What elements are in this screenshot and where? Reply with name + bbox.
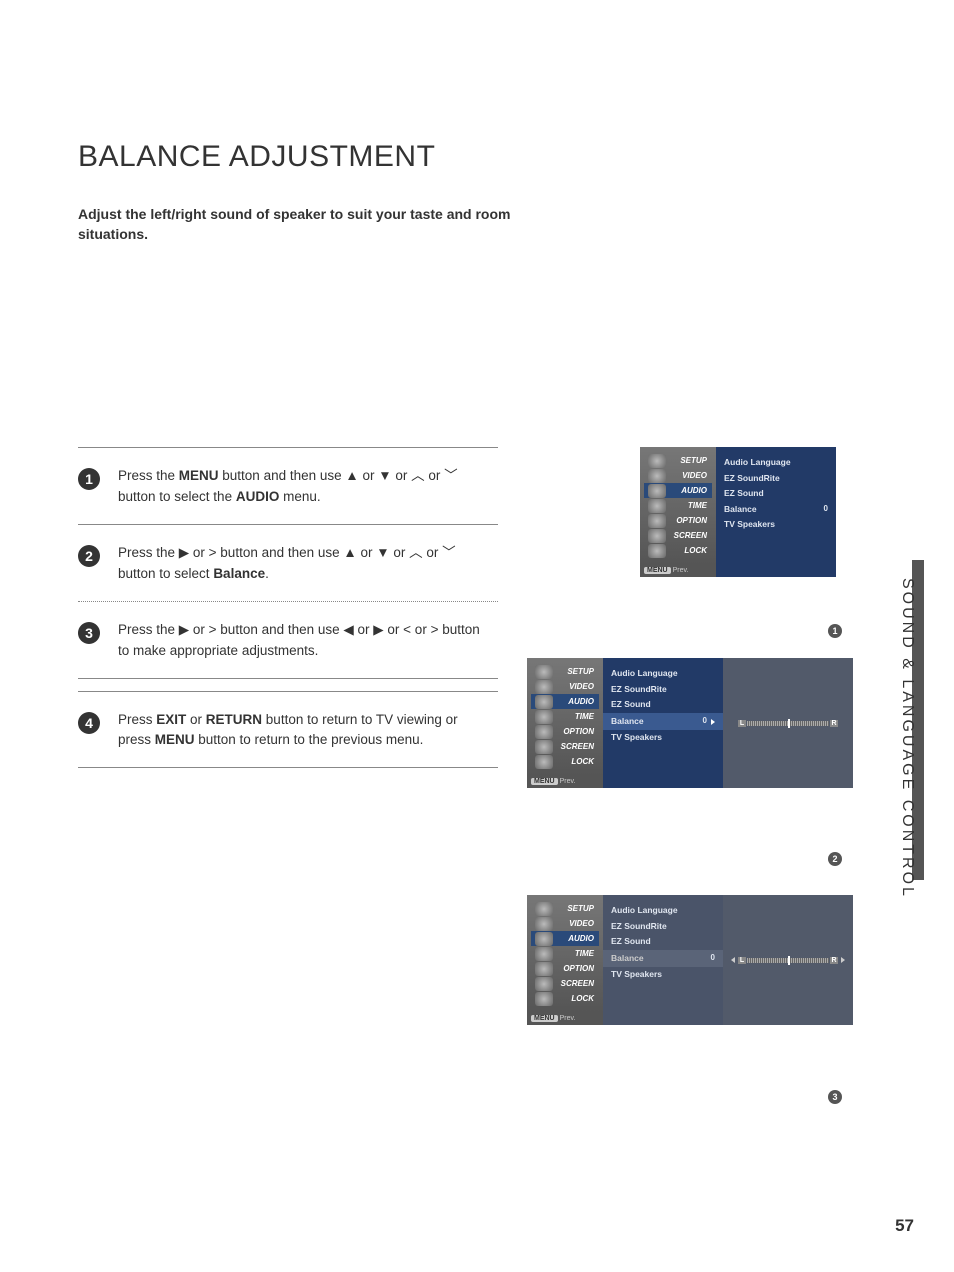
chevron-right-icon: [711, 719, 715, 725]
menu-audio: AUDIO: [531, 931, 599, 946]
osd-prev-bar: MENU Prev.: [640, 564, 716, 577]
menu-time: TIME: [644, 498, 712, 513]
osd-menu-column: SETUP VIDEO AUDIO TIME OPTION SCREEN LOC…: [527, 895, 603, 1012]
step-2: 2 Press the ▶ or > button and then use ▲…: [78, 525, 498, 602]
menu-audio: AUDIO: [531, 694, 599, 709]
step-3: 3 Press the ▶ or > button and then use ◀…: [78, 602, 498, 679]
step-1: 1 Press the MENU button and then use ▲ o…: [78, 447, 498, 525]
caption-badge-1: 1: [828, 624, 842, 638]
page-number: 57: [895, 1216, 914, 1236]
panel-balance: Balance0: [603, 950, 723, 968]
step-text: Press the MENU button and then use ▲ or …: [118, 466, 488, 508]
panel-tv-speakers: TV Speakers: [611, 967, 715, 983]
step-text: Press EXIT or RETURN button to return to…: [118, 710, 488, 752]
panel-audio-language: Audio Language: [724, 455, 828, 471]
menu-video: VIDEO: [531, 679, 599, 694]
panel-balance: Balance0: [724, 502, 828, 518]
panel-balance: Balance0: [603, 713, 723, 731]
osd-screenshot-2: SETUP VIDEO AUDIO TIME OPTION SCREEN LOC…: [527, 658, 853, 788]
step-badge: 2: [78, 545, 100, 567]
menu-screen: SCREEN: [531, 739, 599, 754]
step-text: Press the ▶ or > button and then use ◀ o…: [118, 620, 488, 662]
panel-audio-language: Audio Language: [611, 903, 715, 919]
menu-time: TIME: [531, 709, 599, 724]
osd-detail: L R: [723, 658, 853, 788]
osd-panel: Audio Language EZ SoundRite EZ Sound Bal…: [603, 895, 723, 1025]
panel-ez-soundrite: EZ SoundRite: [611, 919, 715, 935]
panel-ez-soundrite: EZ SoundRite: [611, 682, 715, 698]
panel-ez-sound: EZ Sound: [611, 697, 715, 713]
step-badge: 3: [78, 622, 100, 644]
menu-video: VIDEO: [644, 468, 712, 483]
caption-badge-3: 3: [828, 1090, 842, 1104]
step-text: Press the ▶ or > button and then use ▲ o…: [118, 543, 488, 585]
osd-panel: Audio Language EZ SoundRite EZ Sound Bal…: [716, 447, 836, 577]
step-4: 4 Press EXIT or RETURN button to return …: [78, 691, 498, 769]
intro-text: Adjust the left/right sound of speaker t…: [78, 204, 518, 245]
osd-screenshot-1: SETUP VIDEO AUDIO TIME OPTION SCREEN LOC…: [640, 447, 836, 577]
panel-tv-speakers: TV Speakers: [611, 730, 715, 746]
chevron-right-icon: [841, 957, 845, 963]
balance-slider: L R: [738, 719, 838, 727]
step-badge: 1: [78, 468, 100, 490]
osd-screenshot-3: SETUP VIDEO AUDIO TIME OPTION SCREEN LOC…: [527, 895, 853, 1025]
menu-option: OPTION: [531, 724, 599, 739]
steps-list: 1 Press the MENU button and then use ▲ o…: [78, 447, 598, 768]
menu-option: OPTION: [531, 961, 599, 976]
osd-panel: Audio Language EZ SoundRite EZ Sound Bal…: [603, 658, 723, 788]
menu-video: VIDEO: [531, 916, 599, 931]
caption-badge-2: 2: [828, 852, 842, 866]
osd-menu-column: SETUP VIDEO AUDIO TIME OPTION SCREEN LOC…: [640, 447, 716, 564]
osd-prev-bar: MENU Prev.: [527, 775, 603, 788]
side-section-label: SOUND & LANGUAGE CONTROL: [898, 578, 916, 899]
menu-time: TIME: [531, 946, 599, 961]
menu-screen: SCREEN: [531, 976, 599, 991]
menu-lock: LOCK: [531, 754, 599, 769]
panel-audio-language: Audio Language: [611, 666, 715, 682]
menu-lock: LOCK: [644, 543, 712, 558]
panel-ez-sound: EZ Sound: [724, 486, 828, 502]
panel-ez-sound: EZ Sound: [611, 934, 715, 950]
menu-setup: SETUP: [644, 453, 712, 468]
panel-ez-soundrite: EZ SoundRite: [724, 471, 828, 487]
osd-menu-column: SETUP VIDEO AUDIO TIME OPTION SCREEN LOC…: [527, 658, 603, 775]
menu-setup: SETUP: [531, 664, 599, 679]
osd-prev-bar: MENU Prev.: [527, 1012, 603, 1025]
menu-setup: SETUP: [531, 901, 599, 916]
balance-slider: L R: [738, 956, 838, 964]
menu-option: OPTION: [644, 513, 712, 528]
page-title: BALANCE ADJUSTMENT: [78, 140, 878, 174]
panel-tv-speakers: TV Speakers: [724, 517, 828, 533]
menu-screen: SCREEN: [644, 528, 712, 543]
step-badge: 4: [78, 712, 100, 734]
chevron-left-icon: [731, 957, 735, 963]
menu-lock: LOCK: [531, 991, 599, 1006]
menu-audio: AUDIO: [644, 483, 712, 498]
osd-detail: L R: [723, 895, 853, 1025]
